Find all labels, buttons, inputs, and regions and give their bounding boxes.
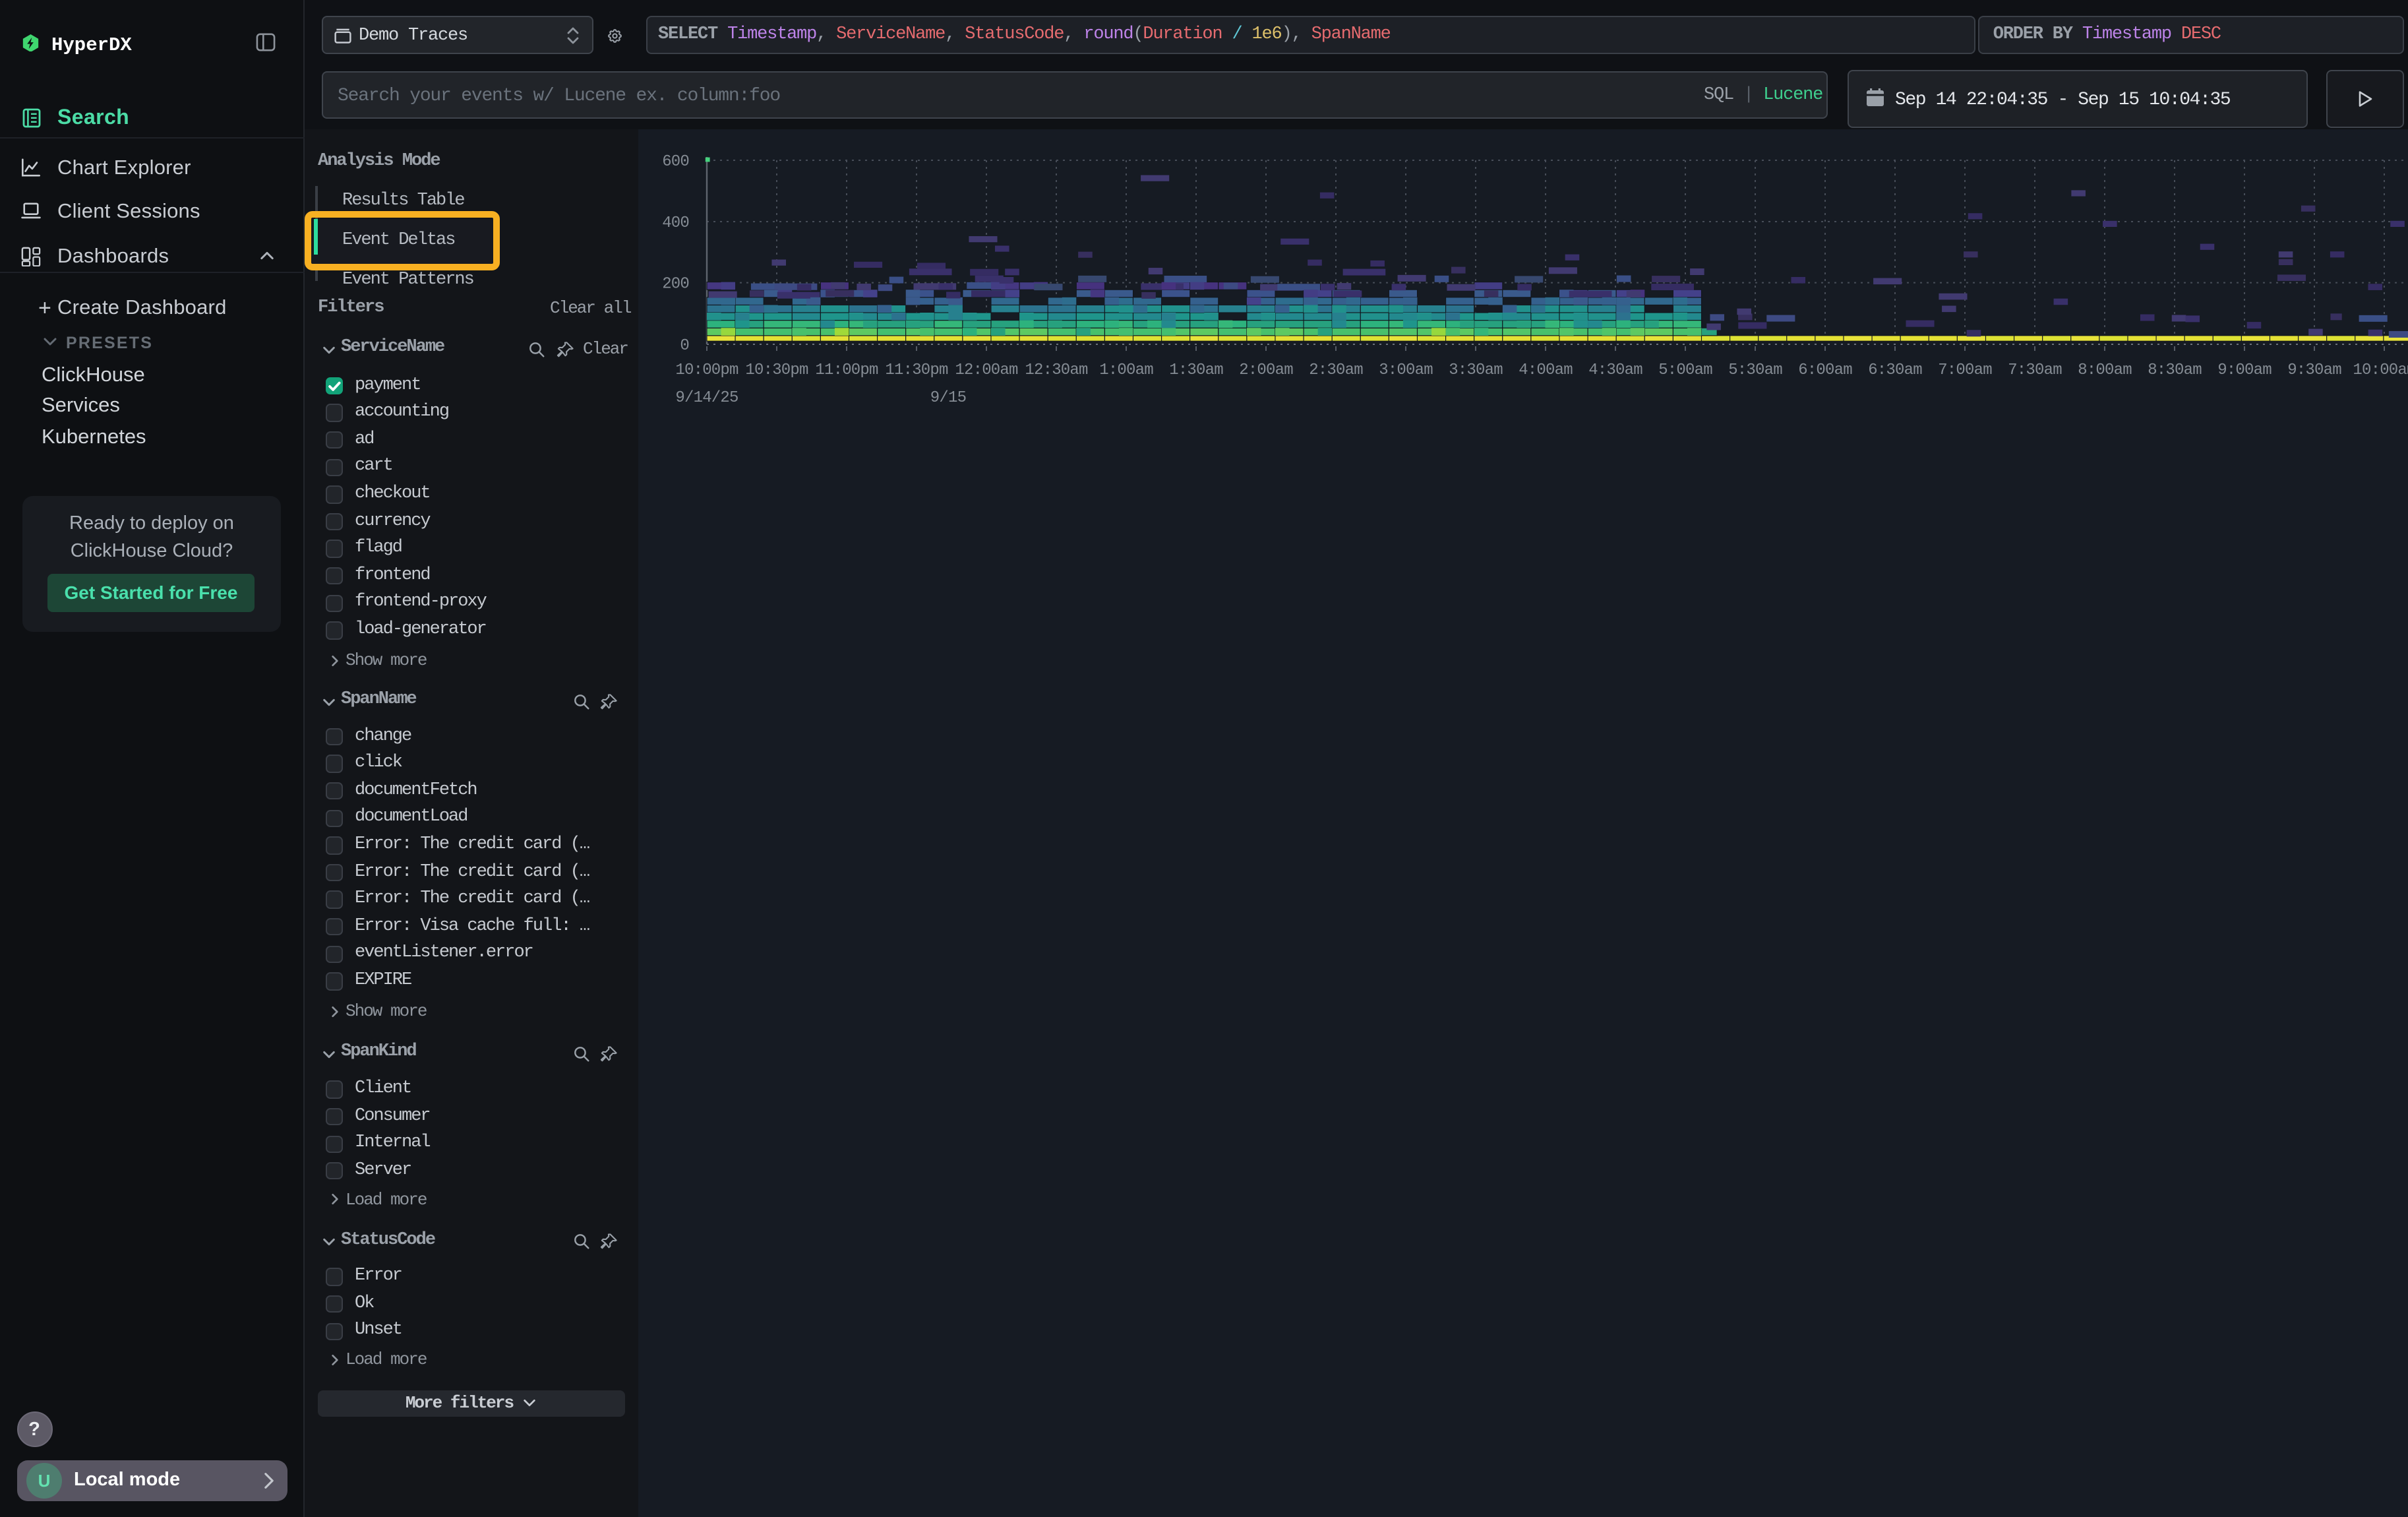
- svg-text:3:30am: 3:30am: [1449, 361, 1503, 379]
- svg-text:7:30am: 7:30am: [2008, 361, 2062, 379]
- svg-text:9/15: 9/15: [930, 389, 966, 407]
- svg-text:9/14/25: 9/14/25: [675, 389, 738, 407]
- svg-text:600: 600: [662, 153, 689, 171]
- svg-text:10:00am: 10:00am: [2353, 361, 2408, 379]
- svg-text:12:30am: 12:30am: [1025, 361, 1088, 379]
- svg-text:5:30am: 5:30am: [1728, 361, 1782, 379]
- svg-text:1:00am: 1:00am: [1099, 361, 1153, 379]
- svg-text:1:30am: 1:30am: [1169, 361, 1223, 379]
- svg-text:12:00am: 12:00am: [955, 361, 1018, 379]
- svg-text:0: 0: [680, 337, 689, 355]
- svg-text:9:30am: 9:30am: [2287, 361, 2341, 379]
- svg-text:6:30am: 6:30am: [1868, 361, 1922, 379]
- svg-text:2:00am: 2:00am: [1239, 361, 1293, 379]
- svg-text:11:30pm: 11:30pm: [885, 361, 948, 379]
- svg-text:10:00pm: 10:00pm: [675, 361, 738, 379]
- svg-text:400: 400: [662, 214, 689, 232]
- svg-text:8:30am: 8:30am: [2148, 361, 2202, 379]
- svg-text:3:00am: 3:00am: [1379, 361, 1433, 379]
- svg-text:2:30am: 2:30am: [1309, 361, 1363, 379]
- svg-text:11:00pm: 11:00pm: [815, 361, 878, 379]
- svg-text:10:30pm: 10:30pm: [745, 361, 808, 379]
- svg-text:5:00am: 5:00am: [1658, 361, 1712, 379]
- svg-text:6:00am: 6:00am: [1798, 361, 1852, 379]
- svg-text:4:30am: 4:30am: [1588, 361, 1642, 379]
- svg-text:9:00am: 9:00am: [2217, 361, 2272, 379]
- svg-text:4:00am: 4:00am: [1519, 361, 1573, 379]
- svg-text:200: 200: [662, 276, 689, 294]
- svg-text:7:00am: 7:00am: [1938, 361, 1992, 379]
- svg-text:8:00am: 8:00am: [2078, 361, 2132, 379]
